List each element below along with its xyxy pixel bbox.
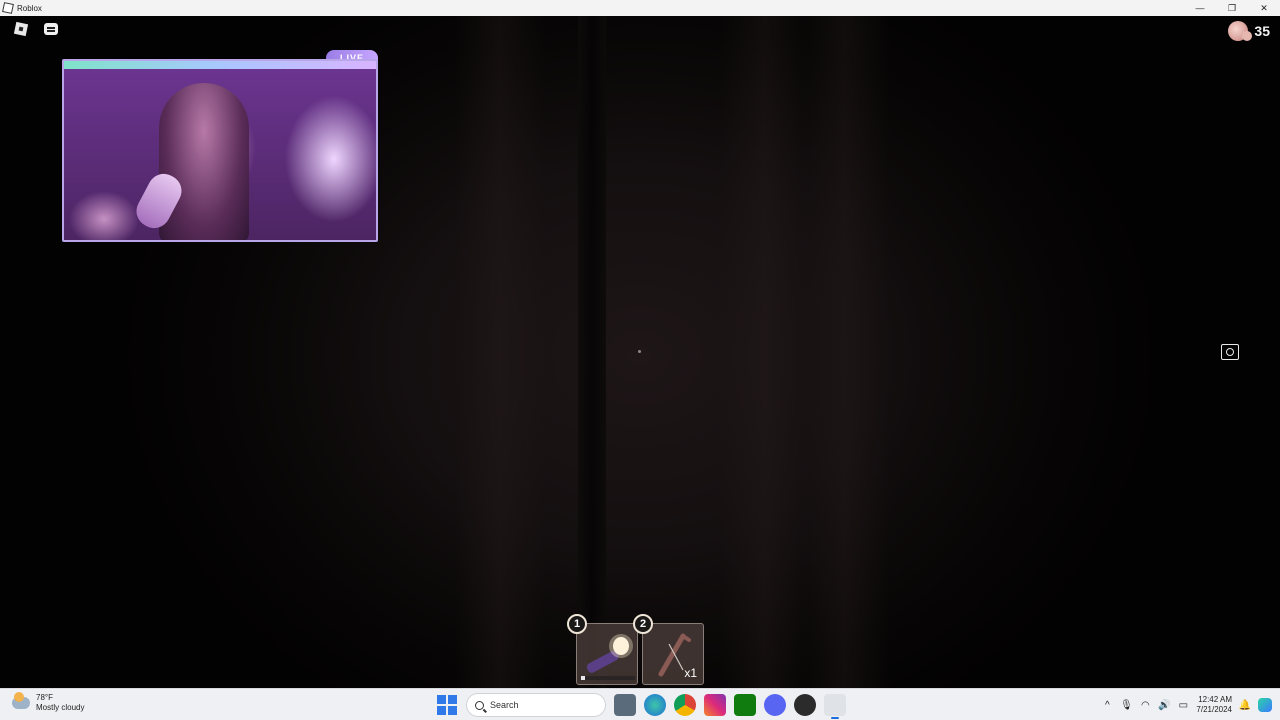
taskbar-search[interactable]: Search (466, 693, 606, 717)
notification-bell-icon[interactable]: 🔔 (1239, 699, 1251, 711)
edge-icon[interactable] (644, 694, 666, 716)
door-frame (578, 16, 606, 688)
roblox-menu-button[interactable] (12, 20, 30, 38)
instagram-icon[interactable] (704, 694, 726, 716)
system-tray: ^ 🎙 ◠ 🔊 ▭ 12:42 AM 7/21/2024 🔔 (1101, 692, 1272, 718)
xbox-icon[interactable] (734, 694, 756, 716)
search-icon (475, 700, 484, 710)
roblox-app-icon (2, 2, 14, 14)
charge-fill (581, 676, 586, 680)
chat-icon (44, 23, 58, 35)
curtain-fold (455, 16, 545, 688)
weather-icon (12, 692, 30, 709)
microphone-icon[interactable]: 🎙 (1120, 699, 1133, 711)
webcam-gradient-bar (64, 61, 376, 69)
weather-text: 78°F Mostly cloudy (36, 693, 84, 713)
curtain-fold (720, 16, 810, 688)
taskbar-center: Search (436, 692, 846, 719)
webcam-overlay (62, 59, 378, 242)
player-counter: 35 (1228, 20, 1270, 42)
flashlight-charge-bar (581, 676, 635, 680)
window-controls: — ❐ ✕ (1184, 0, 1280, 16)
weather-desc: Mostly cloudy (36, 703, 85, 712)
copilot-icon[interactable] (1258, 698, 1272, 712)
player-count: 35 (1254, 23, 1270, 39)
hotbar-slot-1[interactable]: 1 (567, 614, 638, 685)
obs-icon[interactable] (794, 694, 816, 716)
roblox-logo-icon (13, 21, 29, 37)
streamer-figure (159, 83, 249, 240)
crosshair-dot (638, 350, 641, 353)
file-explorer-icon[interactable] (614, 694, 636, 716)
hotbar-slot-2[interactable]: 2 x1 (633, 614, 704, 685)
battery-icon[interactable]: ▭ (1177, 699, 1189, 711)
chevron-up-icon[interactable]: ^ (1101, 699, 1113, 711)
close-button[interactable]: ✕ (1248, 0, 1280, 16)
taskbar: 78°F Mostly cloudy Search ^ 🎙 ◠ 🔊 ▭ 12:4… (0, 688, 1280, 720)
wifi-icon[interactable]: ◠ (1139, 699, 1151, 711)
restore-button[interactable]: ❐ (1216, 0, 1248, 16)
hotbar: 1 2 x1 (567, 614, 706, 685)
weather-widget[interactable]: 78°F Mostly cloudy (12, 692, 84, 713)
search-placeholder: Search (490, 700, 519, 710)
weather-temp: 78°F (36, 693, 53, 702)
curtain-fold (800, 16, 890, 688)
slot-number-badge: 2 (633, 614, 653, 634)
window-titlebar: Roblox — ❐ ✕ (0, 0, 1280, 16)
item-quantity: x1 (684, 666, 697, 680)
chat-button[interactable] (42, 20, 60, 38)
volume-icon[interactable]: 🔊 (1158, 699, 1170, 711)
chrome-icon[interactable] (674, 694, 696, 716)
slot-number-badge: 1 (567, 614, 587, 634)
discord-icon[interactable] (764, 694, 786, 716)
start-button[interactable] (436, 694, 458, 716)
roblox-icon[interactable] (824, 694, 846, 719)
minimize-button[interactable]: — (1184, 0, 1216, 16)
window-title: Roblox (17, 3, 42, 13)
screenshot-camera-icon[interactable] (1221, 344, 1239, 360)
clock[interactable]: 12:42 AM 7/21/2024 (1196, 695, 1232, 715)
clock-time: 12:42 AM (1198, 695, 1232, 704)
players-avatar-icon (1228, 21, 1253, 41)
clock-date: 7/21/2024 (1196, 705, 1232, 714)
game-viewport[interactable]: 35 LIVE 1 2 x1 (0, 16, 1280, 688)
